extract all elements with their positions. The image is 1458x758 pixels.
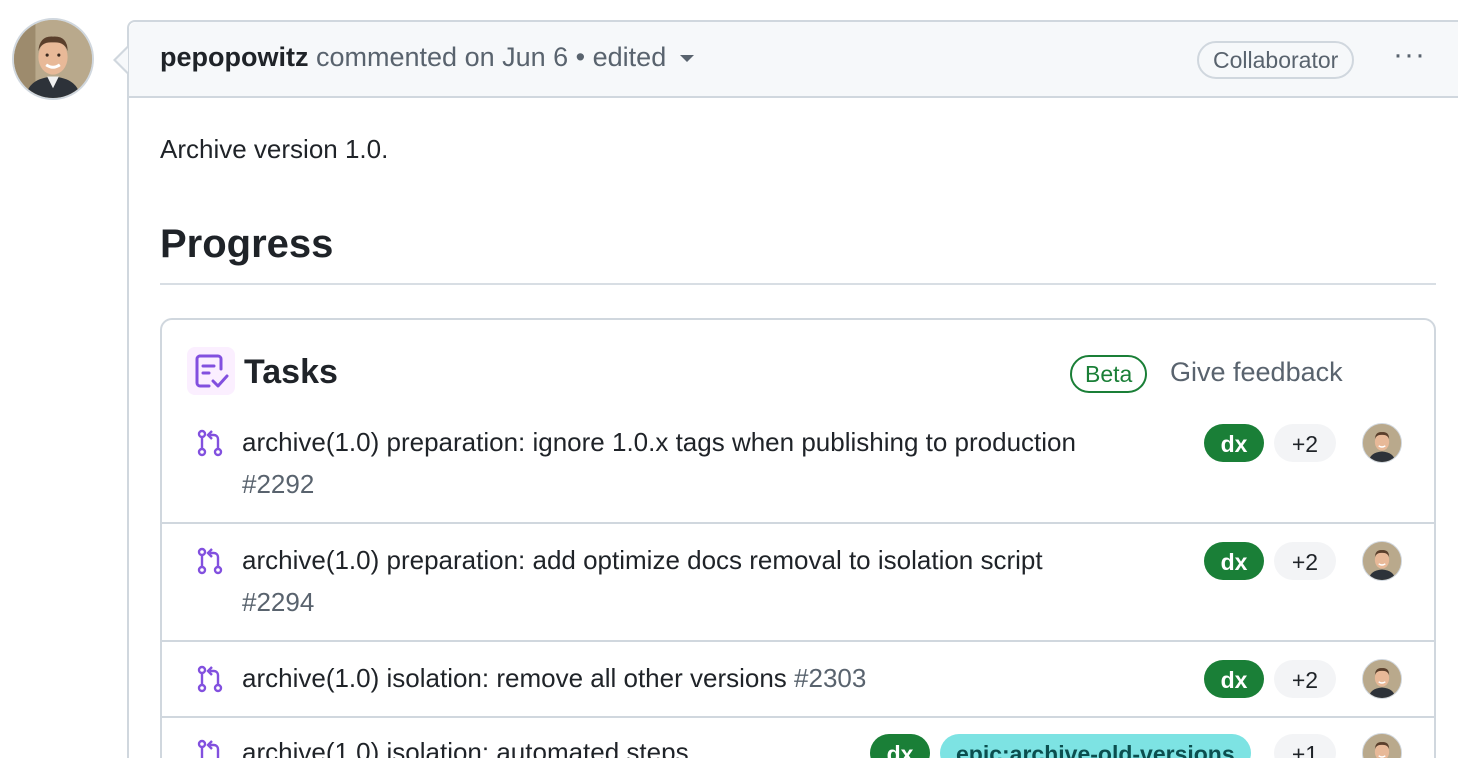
beta-badge: Beta xyxy=(1070,355,1148,393)
tasklist-block: Tasks Beta Give feedback archive(1.0) pr… xyxy=(160,318,1436,758)
assignee-avatar[interactable] xyxy=(1362,541,1402,581)
issue-page: pepopowitz commented on Jun 6 • edited C… xyxy=(0,0,1458,758)
task-row[interactable]: archive(1.0) isolation: automated steps … xyxy=(162,718,1434,758)
comment-header: pepopowitz commented on Jun 6 • edited C… xyxy=(129,22,1458,98)
task-number: #2303 xyxy=(794,663,867,693)
comment-body: Archive version 1.0. xyxy=(160,134,389,164)
more-labels-count[interactable]: +1 xyxy=(1274,734,1336,758)
edited-label: edited xyxy=(592,42,667,72)
more-labels-count[interactable]: +2 xyxy=(1274,424,1336,462)
heading-divider xyxy=(160,283,1436,285)
task-title-text: archive(1.0) preparation: add optimize d… xyxy=(242,545,1043,575)
label-dx[interactable]: dx xyxy=(870,734,930,758)
author-link[interactable]: pepopowitz xyxy=(160,42,308,72)
git-pull-request-icon xyxy=(197,547,223,575)
avatar-face-icon xyxy=(14,20,92,98)
collaborator-badge: Collaborator xyxy=(1197,41,1355,79)
label-dx[interactable]: dx xyxy=(1204,542,1264,580)
give-feedback-link[interactable]: Give feedback xyxy=(1170,357,1343,388)
comment-pointer-fill xyxy=(116,48,128,72)
triangle-down-icon xyxy=(680,55,695,63)
git-pull-request-icon xyxy=(197,665,223,693)
task-title[interactable]: archive(1.0) isolation: remove all other… xyxy=(242,657,1102,699)
label-dx[interactable]: dx xyxy=(1204,424,1264,462)
edited-menu[interactable]: edited xyxy=(593,42,695,72)
task-title-text: archive(1.0) preparation: ignore 1.0.x t… xyxy=(242,427,1076,457)
task-title[interactable]: archive(1.0) preparation: add optimize d… xyxy=(242,539,1102,623)
task-row[interactable]: archive(1.0) preparation: add optimize d… xyxy=(162,524,1434,642)
assignee-avatar[interactable] xyxy=(1362,733,1402,758)
more-labels-count[interactable]: +2 xyxy=(1274,660,1336,698)
assignee-avatar[interactable] xyxy=(1362,423,1402,463)
comment-header-text: pepopowitz commented on Jun 6 • edited xyxy=(160,42,695,73)
tasklist-icon xyxy=(187,347,235,395)
tasks-title: Tasks xyxy=(244,353,338,391)
author-avatar[interactable] xyxy=(12,18,94,100)
git-pull-request-icon xyxy=(197,739,220,758)
task-title-text: archive(1.0) isolation: automated steps xyxy=(242,737,689,758)
label-epic[interactable]: epic:archive-old-versions xyxy=(940,734,1251,758)
task-title-text: archive(1.0) isolation: remove all other… xyxy=(242,663,787,693)
progress-heading: Progress xyxy=(160,222,334,266)
header-separator: • xyxy=(575,42,586,72)
assignee-avatar[interactable] xyxy=(1362,659,1402,699)
task-title[interactable]: archive(1.0) isolation: automated steps xyxy=(242,731,862,758)
task-title[interactable]: archive(1.0) preparation: ignore 1.0.x t… xyxy=(242,421,1102,505)
task-row[interactable]: archive(1.0) preparation: ignore 1.0.x t… xyxy=(162,416,1434,524)
kebab-horizontal-icon[interactable]: ··· xyxy=(1393,40,1426,70)
more-labels-count[interactable]: +2 xyxy=(1274,542,1336,580)
task-number: #2292 xyxy=(242,469,315,499)
comment-action[interactable]: commented on Jun 6 xyxy=(316,42,568,72)
label-dx[interactable]: dx xyxy=(1204,660,1264,698)
git-pull-request-icon xyxy=(197,429,223,457)
task-number: #2294 xyxy=(242,587,315,617)
task-row[interactable]: archive(1.0) isolation: remove all other… xyxy=(162,642,1434,718)
